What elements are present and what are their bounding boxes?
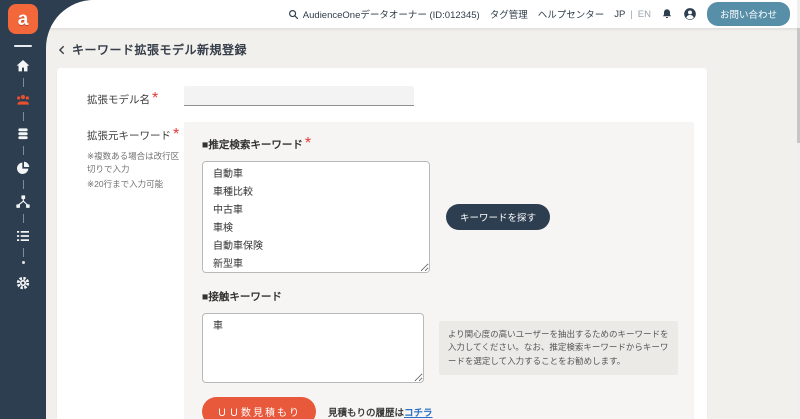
home-icon[interactable] [15, 57, 32, 74]
estimated-keywords-row: 自動車 車種比較 中古車 車検 自動車保険 新型車 キーワードを探す [202, 161, 678, 273]
top-header: AudienceOneデータオーナー (ID:012345) タグ管理 ヘルプセ… [46, 0, 800, 28]
history-link[interactable]: コチラ [404, 408, 433, 419]
bell-icon[interactable] [661, 8, 673, 20]
estimate-history-text: 見積もりの履歴はコチラ [328, 405, 433, 419]
sidebar-connector [22, 78, 24, 87]
audienceone-logo[interactable]: a [8, 4, 38, 34]
database-icon[interactable] [15, 125, 32, 142]
required-asterisk: * [173, 126, 180, 143]
contact-keywords-row: 車 より関心度の高いユーザーを抽出するためのキーワードを入力してください。なお、… [202, 313, 678, 383]
estimate-actions-row: ＵＵ数見積もり 見積もりの履歴はコチラ [202, 397, 678, 419]
sidebar-connector [22, 180, 24, 189]
back-chevron-icon[interactable] [57, 44, 67, 56]
source-keywords-note-2: ※20行まで入力可能 [87, 178, 164, 189]
gear-icon[interactable] [15, 274, 32, 291]
lang-en[interactable]: EN [638, 9, 651, 20]
page-title-row: キーワード拡張モデル新規登録 [57, 41, 800, 58]
sidebar-connector [22, 146, 24, 155]
model-name-label: 拡張モデル名 [87, 94, 150, 106]
user-avatar-icon[interactable] [683, 7, 697, 21]
find-keywords-button[interactable]: キーワードを探す [446, 204, 551, 230]
keywords-panel: ■推定検索キーワード * 自動車 車種比較 中古車 車検 自動車保険 新型車 キー… [184, 122, 694, 419]
form-card: 拡張モデル名 * 拡張元キーワード * ※複数ある場合は改行区切りで入力 ※20行ま… [57, 68, 707, 419]
contact-keywords-textarea[interactable]: 車 [202, 313, 424, 383]
account-switcher[interactable]: AudienceOneデータオーナー (ID:012345) [288, 7, 480, 21]
sidebar-divider [14, 45, 32, 47]
logo-letter: a [17, 8, 29, 30]
main-area: AudienceOneデータオーナー (ID:012345) タグ管理 ヘルプセ… [46, 0, 800, 419]
estimated-keywords-textarea[interactable]: 自動車 車種比較 中古車 車検 自動車保険 新型車 [202, 161, 430, 273]
pie-chart-icon[interactable] [15, 159, 32, 176]
model-name-label-col: 拡張モデル名 * [87, 86, 184, 108]
sidebar-connector [22, 112, 24, 121]
model-name-row: 拡張モデル名 * [87, 86, 693, 108]
estimated-keywords-heading: ■推定検索キーワード [202, 139, 303, 151]
sidebar: a [0, 0, 46, 419]
estimated-keywords-heading-row: ■推定検索キーワード * [202, 135, 678, 153]
source-keywords-label: 拡張元キーワード [87, 130, 171, 142]
contact-keywords-hint: より関心度の高いユーザーを抽出するためのキーワードを入力してください。なお、推定… [438, 321, 678, 375]
source-keywords-row: 拡張元キーワード * ※複数ある場合は改行区切りで入力 ※20行まで入力可能 ■推… [87, 122, 694, 419]
language-switcher: JP | EN [614, 9, 651, 20]
sidebar-dot [21, 261, 25, 264]
lang-jp[interactable]: JP [614, 9, 625, 20]
required-asterisk: * [304, 135, 312, 152]
account-label: AudienceOneデータオーナー (ID:012345) [302, 10, 480, 21]
contact-button[interactable]: お問い合わせ [706, 2, 790, 26]
source-keywords-label-col: 拡張元キーワード * ※複数ある場合は改行区切りで入力 ※20行まで入力可能 [87, 122, 184, 419]
lang-divider: | [630, 8, 633, 20]
sidebar-connector [22, 214, 24, 223]
network-icon[interactable] [15, 193, 32, 210]
nav-help-center[interactable]: ヘルプセンター [538, 7, 605, 21]
audience-icon[interactable] [15, 91, 32, 108]
nav-tag-management[interactable]: タグ管理 [490, 7, 528, 21]
page-title: キーワード拡張モデル新規登録 [72, 43, 248, 57]
model-name-input[interactable] [184, 86, 414, 106]
history-prefix: 見積もりの履歴は [328, 407, 405, 419]
search-icon [288, 9, 299, 20]
uu-estimate-button[interactable]: ＵＵ数見積もり [202, 397, 316, 419]
list-icon[interactable] [15, 227, 32, 244]
sidebar-connector [22, 248, 24, 257]
required-asterisk: * [152, 90, 159, 107]
contact-keywords-heading: ■接触キーワード [202, 291, 282, 303]
contact-keywords-section: ■接触キーワード 車 より関心度の高いユーザーを抽出するためのキーワードを入力し… [202, 287, 678, 383]
page-content: キーワード拡張モデル新規登録 拡張モデル名 * 拡張元キーワード * ※複数ある場合… [46, 28, 800, 419]
source-keywords-note-1: ※複数ある場合は改行区切りで入力 [87, 151, 180, 174]
